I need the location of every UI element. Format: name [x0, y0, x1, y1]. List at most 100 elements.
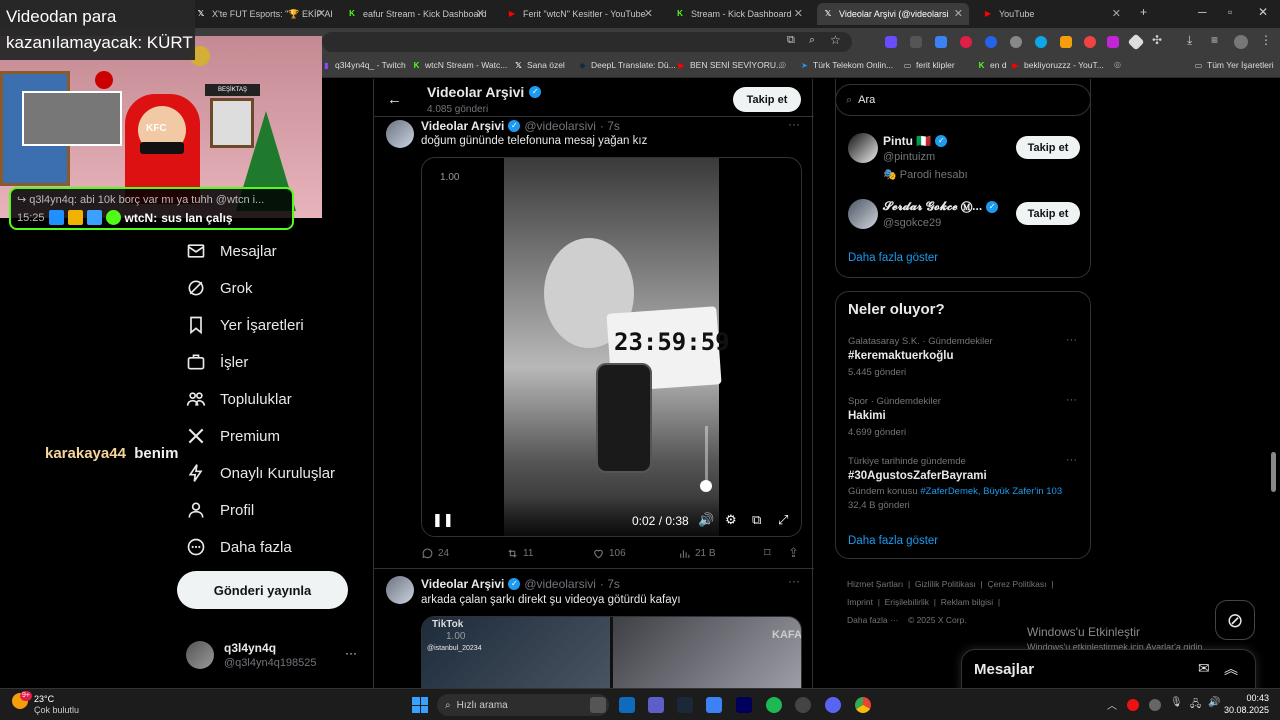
extension-icon[interactable] — [1035, 36, 1047, 48]
post[interactable]: Videolar Arşivi ✓ @videolarsivi · 7s ···… — [374, 116, 814, 569]
back-arrow-icon[interactable]: ← — [387, 91, 402, 108]
steam-icon[interactable] — [677, 697, 693, 713]
close-tab-icon[interactable]: ✕ — [317, 7, 326, 20]
retweet-button[interactable]: 11 — [506, 547, 533, 560]
star-icon[interactable]: ☆ — [830, 33, 841, 47]
account-more-button[interactable]: ··· — [345, 646, 357, 660]
close-tab-icon[interactable]: ✕ — [794, 7, 803, 20]
sidebar-item-5[interactable]: Topluluklar — [186, 389, 292, 409]
bookmark-item[interactable]: ▮ q3l4yn4q_ - Twitch — [322, 60, 405, 70]
video-player[interactable]: 23:59:59 1.00 ❚❚ 0:02 / 0:38 🔊 ⚙ ⧉ ⤢ — [421, 157, 802, 537]
download-icon[interactable]: ⤓ — [1187, 33, 1192, 48]
extension-icon[interactable] — [960, 36, 972, 48]
avatar[interactable] — [848, 199, 878, 229]
suggestion-name[interactable]: 𝓢𝓮𝓻𝓭𝓪𝓻 𝓖𝓸𝓴𝓬𝓮 Ⓜ... ✓ — [883, 199, 999, 214]
new-tab-button[interactable]: + — [1140, 5, 1147, 19]
microphone-icon[interactable]: 🎙 — [1170, 697, 1183, 708]
bookmark-item[interactable]: ▶ bekliyoruzzz - YouT... — [1011, 60, 1103, 70]
volume-slider-handle[interactable] — [700, 480, 712, 492]
extension-icon[interactable] — [1010, 36, 1022, 48]
cast-icon[interactable]: ⧉ — [787, 34, 795, 47]
premiere-icon[interactable] — [736, 697, 752, 713]
media-icon[interactable]: ≡ — [1211, 33, 1218, 47]
trend-more-icon[interactable]: ··· — [1066, 334, 1077, 346]
sidebar-item-8[interactable]: Profil — [186, 500, 254, 520]
sidebar-item-4[interactable]: İşler — [186, 352, 248, 372]
profile-avatar-icon[interactable] — [1234, 35, 1248, 49]
close-tab-icon[interactable]: ✕ — [476, 7, 485, 20]
avatar[interactable] — [186, 641, 214, 669]
minimize-icon[interactable]: ─ — [1198, 5, 1207, 19]
app-icon[interactable] — [706, 697, 722, 713]
volume-slider-track[interactable] — [705, 426, 708, 488]
show-more-link[interactable]: Daha fazla göster — [848, 252, 938, 264]
video-player[interactable]: TikTok @istanbul_20234 1.00 KAFA — [421, 616, 802, 688]
tray-chevron-icon[interactable]: ︿ — [1107, 697, 1117, 712]
new-message-icon[interactable]: ✉ — [1198, 660, 1210, 677]
tray-app-icon[interactable] — [1149, 699, 1161, 711]
task-view-icon[interactable] — [590, 697, 606, 713]
sidebar-item-3[interactable]: Yer İşaretleri — [186, 315, 304, 335]
settings-gear-icon[interactable]: ⚙ — [725, 512, 737, 528]
picture-in-picture-icon[interactable]: ⧉ — [752, 512, 761, 528]
post-button[interactable]: Gönderi yayınla — [177, 571, 348, 609]
browser-tab[interactable]: 𝕏 X'te FUT Esports: "🏆 EKİP ARK ✕ — [190, 3, 332, 25]
browser-tab[interactable]: ▶ Ferit "wtcN" Kesitler - YouTube ✕ — [501, 3, 659, 25]
spotify-icon[interactable] — [766, 697, 782, 713]
sidebar-item-1[interactable]: Mesajlar — [186, 241, 277, 261]
page-scrollbar[interactable] — [1271, 452, 1276, 492]
trend-more-icon[interactable]: ··· — [1066, 454, 1077, 466]
bookmark-item[interactable]: ➤ Türk Telekom Onlin... — [800, 60, 893, 70]
post[interactable]: Videolar Arşivi ✓ @videolarsivi · 7s ···… — [374, 574, 814, 688]
grok-fab-icon[interactable]: ⊘ — [1215, 600, 1255, 640]
clock-date[interactable]: 30.08.2025 — [1221, 705, 1269, 715]
maximize-icon[interactable]: ▫ — [1228, 5, 1232, 19]
views-button[interactable]: 21 B — [678, 547, 716, 560]
extension-icon[interactable] — [1127, 33, 1145, 51]
menu-dots-icon[interactable]: ⋮ — [1260, 33, 1272, 47]
pause-icon[interactable]: ❚❚ — [432, 512, 454, 528]
extension-icon[interactable] — [1084, 36, 1096, 48]
post-avatar[interactable] — [386, 576, 414, 604]
bookmark-item[interactable]: 𝕏 Sana özel — [514, 60, 565, 70]
network-icon[interactable]: 🖧 — [1190, 697, 1201, 714]
sidebar-item-2[interactable]: Grok — [186, 278, 253, 298]
clock-time[interactable]: 00:43 — [1229, 693, 1269, 703]
browser-tab[interactable]: Keafur Stream - Kick Dashboard ✕ — [341, 3, 491, 25]
outlook-icon[interactable] — [619, 697, 635, 713]
like-button[interactable]: 106 — [592, 547, 626, 560]
teams-icon[interactable] — [648, 697, 664, 713]
all-bookmarks-link[interactable]: ▭ Tüm Yer İşaretleri — [1194, 60, 1274, 70]
post-avatar[interactable] — [386, 120, 414, 148]
bookmark-item[interactable]: ◆ DeepL Translate: Dü... — [578, 60, 675, 70]
expand-chevron-icon[interactable]: ︽ — [1224, 659, 1238, 679]
bookmark-item[interactable]: ◎ — [778, 60, 791, 69]
sidebar-item-7[interactable]: Onaylı Kuruluşlar — [186, 463, 335, 483]
trend-more-icon[interactable]: ··· — [1066, 394, 1077, 406]
bookmark-item[interactable]: ▶ BEN SENİ SEVİYORU... — [677, 60, 783, 70]
bookmark-item[interactable]: ▭ ferit klipler — [903, 60, 955, 70]
start-button-icon[interactable] — [412, 697, 428, 713]
bookmark-item[interactable]: KwtcN Stream - Watc... — [412, 60, 508, 70]
discord-icon[interactable] — [825, 697, 841, 713]
post-more-icon[interactable]: ··· — [788, 117, 800, 131]
trend-item[interactable]: Galatasaray S.K. · Gündemdekiler #kerema… — [848, 336, 1080, 378]
follow-profile-button[interactable]: Takip et — [733, 87, 801, 112]
reply-button[interactable]: 24 — [421, 547, 449, 560]
sidebar-item-6[interactable]: Premium — [186, 426, 280, 446]
close-window-icon[interactable]: ✕ — [1258, 5, 1268, 19]
trend-item[interactable]: Türkiye tarihinde gündemde #30AgustosZaf… — [848, 456, 1088, 511]
speaker-icon[interactable]: 🔊 — [1208, 697, 1220, 708]
messages-drawer[interactable]: Mesajlar ✉ ︽ — [961, 649, 1256, 688]
close-tab-icon[interactable]: ✕ — [954, 7, 963, 20]
zoom-icon[interactable]: ⌕ — [809, 34, 815, 47]
address-bar[interactable] — [322, 32, 852, 52]
browser-tab[interactable]: ▶ YouTube ✕ — [977, 3, 1127, 25]
volume-icon[interactable]: 🔊 — [698, 512, 714, 528]
avatar[interactable] — [848, 133, 878, 163]
follow-button[interactable]: Takip et — [1016, 202, 1080, 225]
sidebar-item-9[interactable]: Daha fazla — [186, 537, 292, 557]
close-tab-icon[interactable]: ✕ — [1112, 7, 1121, 20]
bookmark-icon[interactable]: ⌑ — [764, 545, 771, 561]
puzzle-icon[interactable]: ✣ — [1152, 33, 1162, 47]
